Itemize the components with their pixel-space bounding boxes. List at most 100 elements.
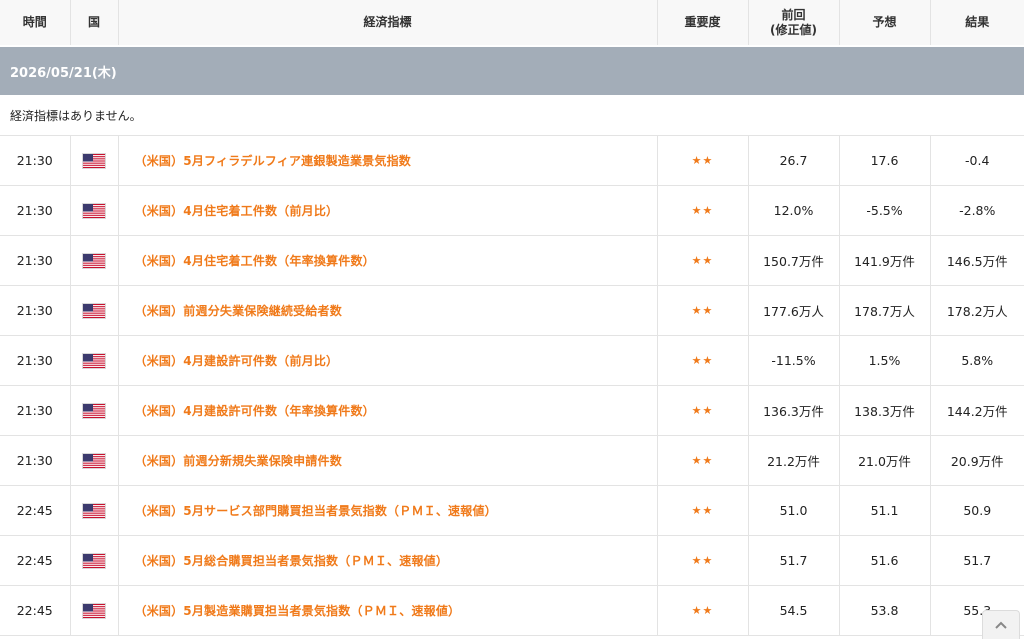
table-row: 22:45 （米国）5月総合購買担当者景気指数（ＰＭＩ、速報値） ★★ 51.7 51.… (0, 535, 1024, 586)
event-previous: 21.2万件 (748, 435, 840, 486)
event-result: 178.2万人 (930, 285, 1024, 336)
event-name-link[interactable]: （米国）前週分失業保険継続受給者数 (118, 285, 658, 336)
event-country (70, 235, 119, 286)
event-result: 5.8% (930, 335, 1024, 386)
notice-row: 経済指標はありません。 (0, 95, 1024, 136)
table-row: 21:30 （米国）前週分新規失業保険申請件数 ★★ 21.2万件 21.0万件 20.9… (0, 435, 1024, 486)
event-previous: 177.6万人 (748, 285, 840, 336)
table-row: 21:30 （米国）前週分失業保険継続受給者数 ★★ 177.6万人 178.7万人 17… (0, 285, 1024, 336)
importance-stars: ★★ (657, 485, 749, 536)
header-previous: 前回 (修正値) (748, 0, 840, 47)
header-country: 国 (70, 0, 119, 47)
importance-stars: ★★ (657, 435, 749, 486)
event-previous: 150.7万件 (748, 235, 840, 286)
event-country (70, 135, 119, 186)
event-name-link[interactable]: （米国）4月建設許可件数（前月比） (118, 335, 658, 386)
event-forecast: -5.5% (839, 185, 931, 236)
event-previous: 12.0% (748, 185, 840, 236)
header-previous-text: 前回 (修正値) (770, 7, 817, 37)
table-row: 21:30 （米国）5月フィラデルフィア連銀製造業景気指数 ★★ 26.7 17.6 -0… (0, 135, 1024, 186)
event-forecast: 178.7万人 (839, 285, 931, 336)
event-previous: 51.0 (748, 485, 840, 536)
economic-calendar-table: 時間 国 経済指標 重要度 前回 (修正値) 予想 結果 2026/05/21(… (0, 0, 1024, 636)
event-time: 21:30 (0, 135, 71, 186)
importance-stars: ★★ (657, 135, 749, 186)
event-result: 51.7 (930, 535, 1024, 586)
event-time: 21:30 (0, 235, 71, 286)
event-forecast: 141.9万件 (839, 235, 931, 286)
table-row: 21:30 （米国）4月建設許可件数（前月比） ★★ -11.5% 1.5% 5.8% (0, 335, 1024, 386)
event-forecast: 17.6 (839, 135, 931, 186)
event-name-link[interactable]: （米国）5月製造業購買担当者景気指数（ＰＭＩ、速報値） (118, 585, 658, 636)
header-result: 結果 (930, 0, 1024, 47)
us-flag-icon (82, 552, 106, 569)
us-flag-icon (82, 602, 106, 619)
event-time: 21:30 (0, 285, 71, 336)
header-importance: 重要度 (657, 0, 749, 47)
event-country (70, 285, 119, 336)
event-forecast: 53.8 (839, 585, 931, 636)
event-forecast: 51.1 (839, 485, 931, 536)
event-result: 20.9万件 (930, 435, 1024, 486)
calendar-page: 時間 国 経済指標 重要度 前回 (修正値) 予想 結果 2026/05/21(… (0, 0, 1024, 639)
event-time: 21:30 (0, 435, 71, 486)
us-flag-icon (82, 152, 106, 169)
event-time: 21:30 (0, 185, 71, 236)
importance-stars: ★★ (657, 385, 749, 436)
event-name-link[interactable]: （米国）4月建設許可件数（年率換算件数） (118, 385, 658, 436)
event-previous: 26.7 (748, 135, 840, 186)
date-row: 2026/05/21(木) (0, 45, 1024, 95)
event-previous: 54.5 (748, 585, 840, 636)
no-indicators-notice: 経済指標はありません。 (0, 95, 1024, 136)
event-name-link[interactable]: （米国）4月住宅着工件数（年率換算件数） (118, 235, 658, 286)
us-flag-icon (82, 302, 106, 319)
event-time: 22:45 (0, 585, 71, 636)
event-country (70, 385, 119, 436)
date-label: 2026/05/21(木) (0, 45, 1024, 95)
importance-stars: ★★ (657, 185, 749, 236)
table-row: 21:30 （米国）4月住宅着工件数（年率換算件数） ★★ 150.7万件 141.9万… (0, 235, 1024, 286)
importance-stars: ★★ (657, 585, 749, 636)
event-name-link[interactable]: （米国）4月住宅着工件数（前月比） (118, 185, 658, 236)
event-forecast: 1.5% (839, 335, 931, 386)
table-row: 22:45 （米国）5月サービス部門購買担当者景気指数（ＰＭＩ、速報値） ★★ 51.… (0, 485, 1024, 536)
us-flag-icon (82, 502, 106, 519)
table-header-row: 時間 国 経済指標 重要度 前回 (修正値) 予想 結果 (0, 0, 1024, 47)
event-result: -0.4 (930, 135, 1024, 186)
event-previous: 51.7 (748, 535, 840, 586)
us-flag-icon (82, 352, 106, 369)
event-time: 21:30 (0, 385, 71, 436)
event-name-link[interactable]: （米国）5月サービス部門購買担当者景気指数（ＰＭＩ、速報値） (118, 485, 658, 536)
table-row: 22:45 （米国）5月製造業購買担当者景気指数（ＰＭＩ、速報値） ★★ 54.5 53… (0, 585, 1024, 636)
event-name-link[interactable]: （米国）5月フィラデルフィア連銀製造業景気指数 (118, 135, 658, 186)
event-forecast: 51.6 (839, 535, 931, 586)
chevron-up-icon (995, 621, 1007, 629)
event-country (70, 435, 119, 486)
table-row: 21:30 （米国）4月建設許可件数（年率換算件数） ★★ 136.3万件 138.3万… (0, 385, 1024, 436)
header-time: 時間 (0, 0, 71, 47)
event-time: 22:45 (0, 485, 71, 536)
table-row: 21:30 （米国）4月住宅着工件数（前月比） ★★ 12.0% -5.5% -2.8% (0, 185, 1024, 236)
event-time: 22:45 (0, 535, 71, 586)
scroll-to-top-button[interactable] (982, 610, 1020, 639)
event-time: 21:30 (0, 335, 71, 386)
event-country (70, 185, 119, 236)
event-name-link[interactable]: （米国）前週分新規失業保険申請件数 (118, 435, 658, 486)
event-country (70, 335, 119, 386)
event-country (70, 585, 119, 636)
importance-stars: ★★ (657, 535, 749, 586)
us-flag-icon (82, 202, 106, 219)
event-result: 144.2万件 (930, 385, 1024, 436)
event-name-link[interactable]: （米国）5月総合購買担当者景気指数（ＰＭＩ、速報値） (118, 535, 658, 586)
us-flag-icon (82, 452, 106, 469)
event-country (70, 535, 119, 586)
event-country (70, 485, 119, 536)
importance-stars: ★★ (657, 285, 749, 336)
event-previous: 136.3万件 (748, 385, 840, 436)
event-forecast: 21.0万件 (839, 435, 931, 486)
header-forecast: 予想 (839, 0, 931, 47)
event-result: 50.9 (930, 485, 1024, 536)
header-indicator: 経済指標 (118, 0, 658, 47)
event-forecast: 138.3万件 (839, 385, 931, 436)
event-result: -2.8% (930, 185, 1024, 236)
